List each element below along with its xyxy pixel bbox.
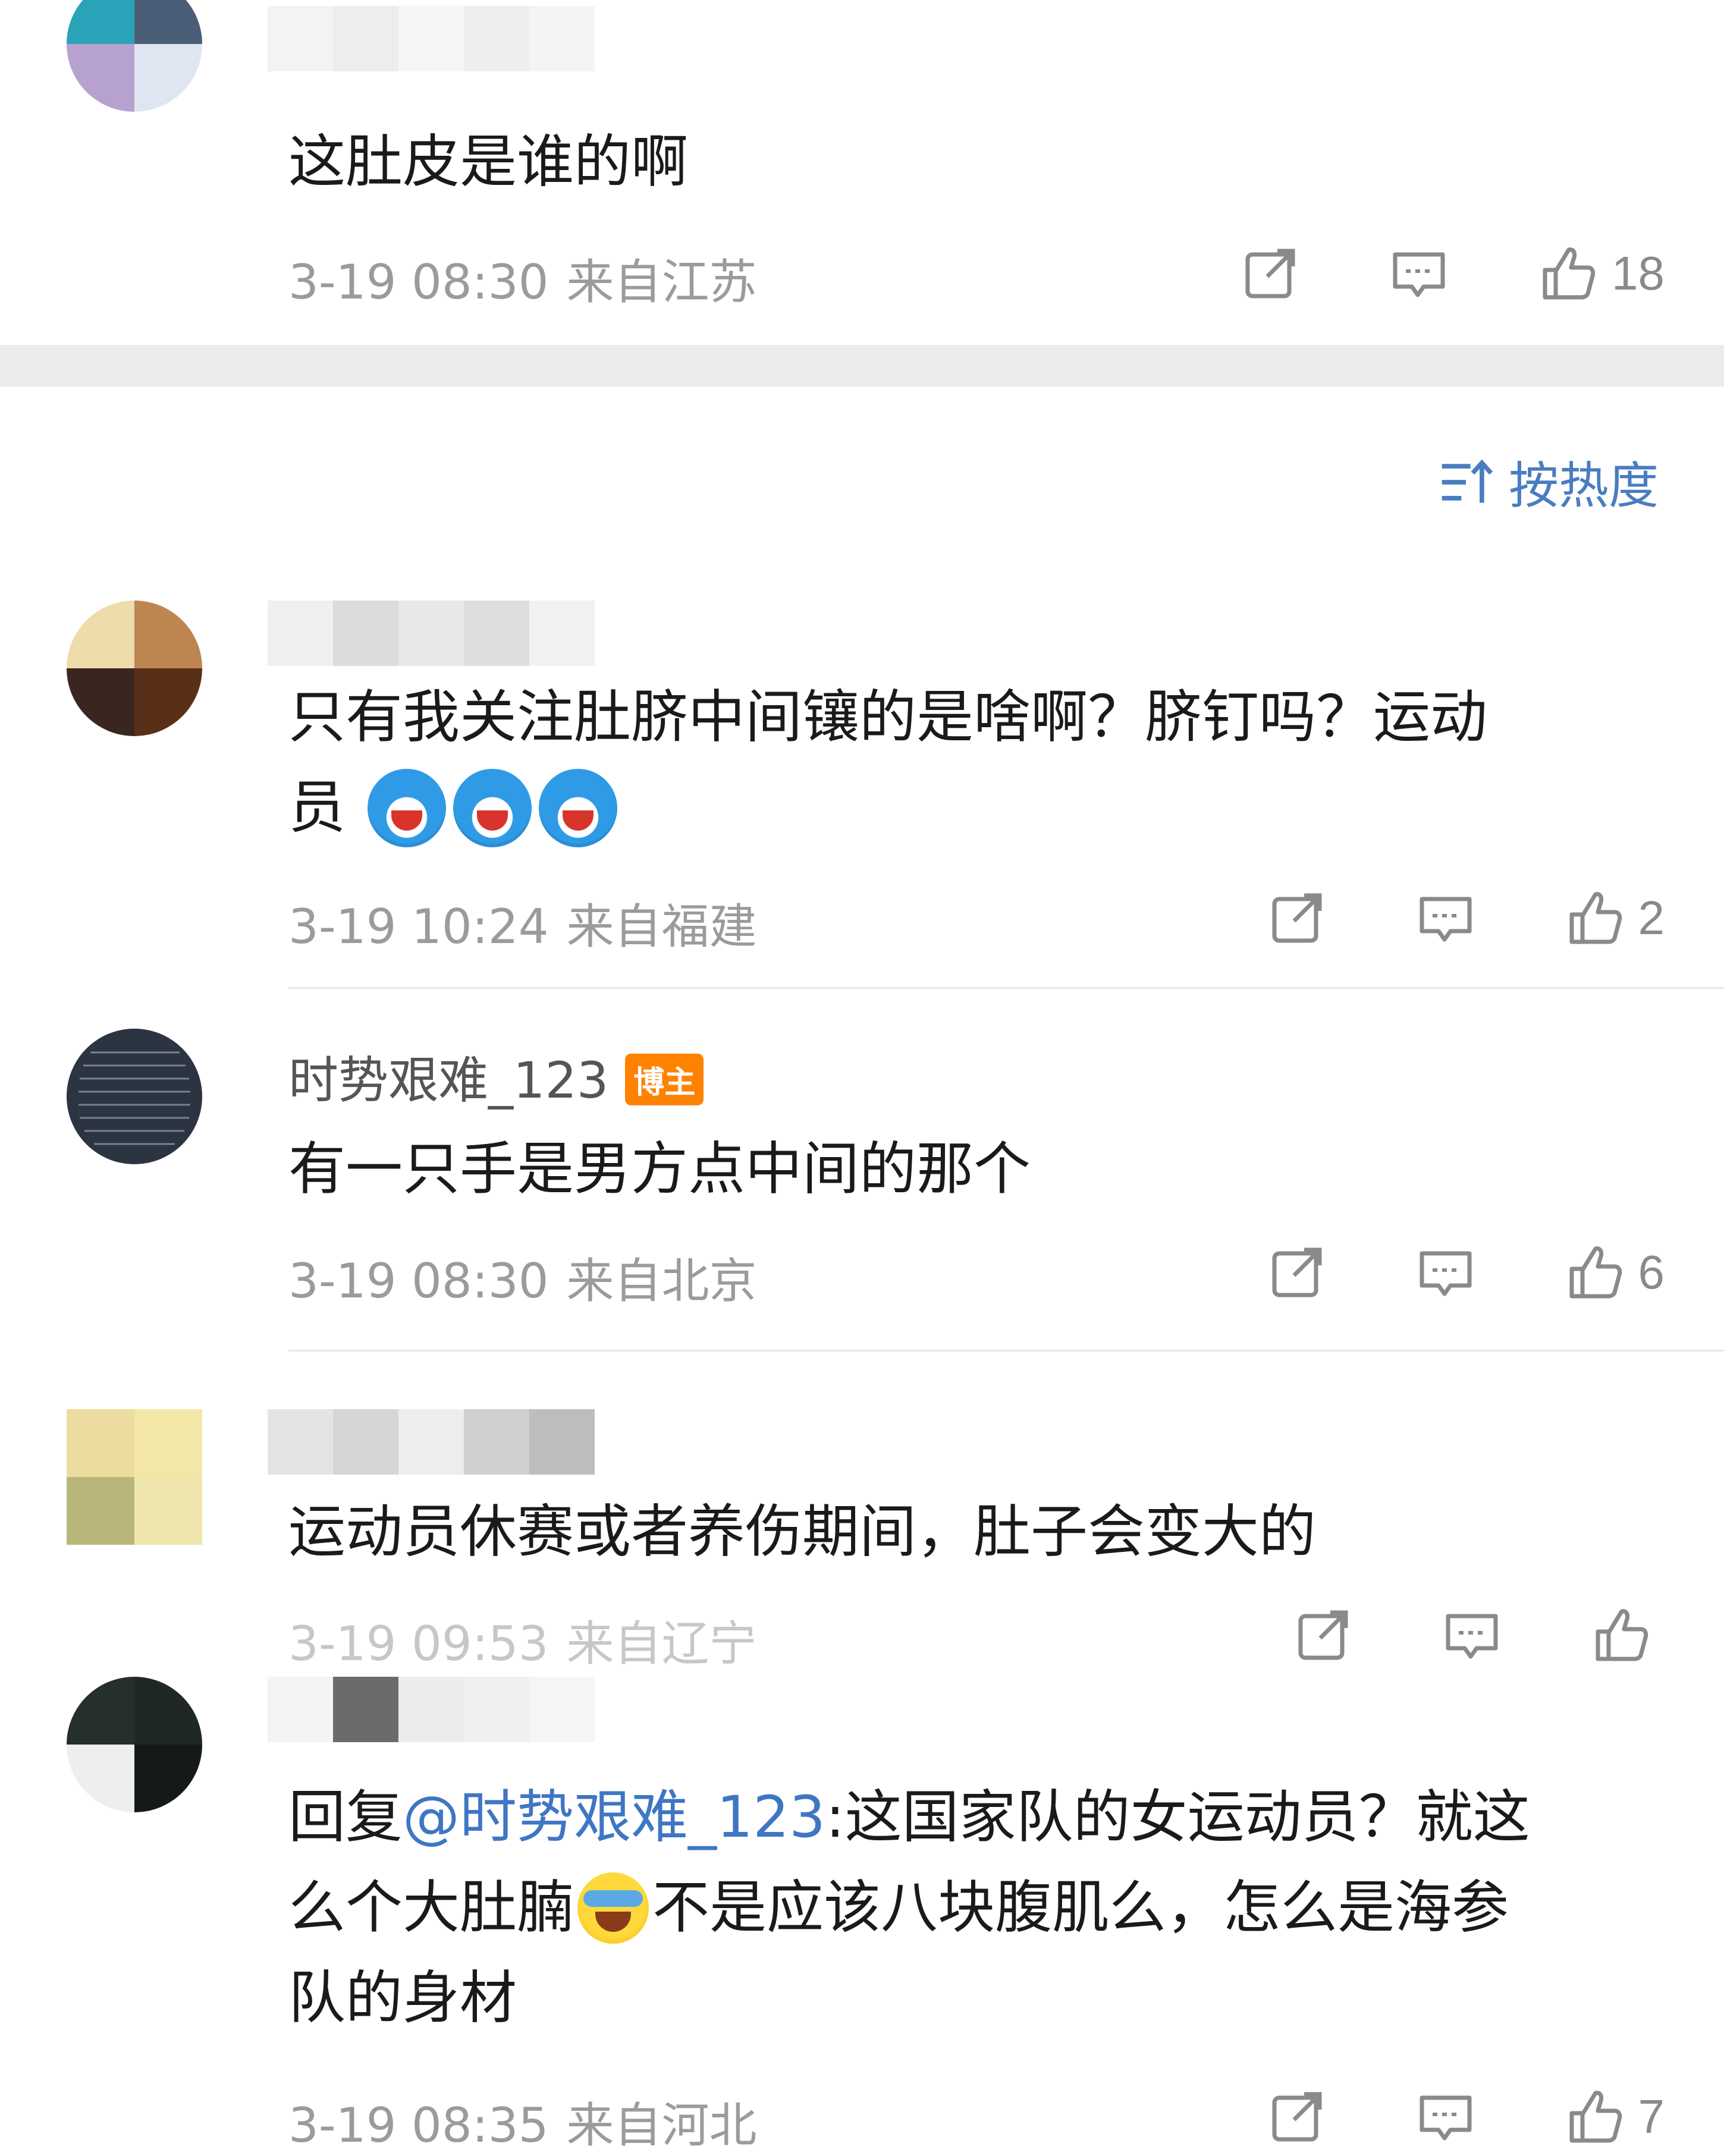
like-icon xyxy=(1569,2091,1622,2143)
section-divider xyxy=(0,345,1724,386)
comment-text-line: 员 xyxy=(288,774,346,841)
comment-button[interactable] xyxy=(1389,244,1449,303)
mention-link[interactable]: @时势艰难_123 xyxy=(403,1784,825,1850)
like-button[interactable] xyxy=(1591,1605,1665,1665)
comment-meta: 3-19 08:30 来自北京 xyxy=(288,1243,757,1312)
comment-location: 来自辽宁 xyxy=(566,1616,757,1671)
blogger-badge: 博主 xyxy=(625,1053,704,1105)
comment-meta: 3-19 10:24 来自福建 xyxy=(288,888,757,957)
share-button[interactable] xyxy=(1267,1243,1327,1302)
comment-icon xyxy=(1420,2095,1471,2141)
avatar-text-image xyxy=(78,1051,190,1145)
comment-text: 运动员休赛或者养伤期间，肚子会变大的 xyxy=(288,1498,1316,1565)
comment-meta: 3-19 08:35 来自河北 xyxy=(288,2087,757,2156)
like-count: 18 xyxy=(1612,247,1665,300)
comment-location: 来自河北 xyxy=(566,2098,757,2153)
share-button[interactable] xyxy=(1267,2087,1327,2146)
like-button[interactable]: 6 xyxy=(1565,1243,1665,1302)
doraemon-emoji-icon xyxy=(453,768,532,847)
comment-text-line: 只有我关注肚脐中间镶的是啥啊？脐钉吗？运动 xyxy=(288,684,1487,750)
comment-text: 只有我关注肚脐中间镶的是啥啊？脐钉吗？运动 员 xyxy=(288,672,1674,853)
avatar[interactable] xyxy=(67,1029,202,1164)
like-icon xyxy=(1543,247,1596,300)
username[interactable]: 时势艰难_123 博主 xyxy=(288,1041,704,1112)
share-icon xyxy=(1272,1247,1321,1297)
like-icon xyxy=(1569,892,1622,944)
username-redacted xyxy=(268,6,595,71)
like-count: 2 xyxy=(1638,891,1665,944)
doraemon-emoji-icon xyxy=(538,768,617,847)
username-redacted xyxy=(268,1677,595,1742)
comment-date: 3-19 09:53 xyxy=(288,1616,549,1671)
username-redacted xyxy=(268,1409,595,1475)
comment-actions: 6 xyxy=(1178,1243,1665,1302)
comment-button[interactable] xyxy=(1442,1605,1502,1665)
comment-meta: 3-19 08:30 来自江苏 xyxy=(288,244,757,313)
comment-text: 有一只手是男方点中间的那个 xyxy=(288,1136,1031,1202)
share-icon xyxy=(1272,893,1321,943)
comment-text: 这肚皮是谁的啊 xyxy=(288,128,688,195)
share-icon xyxy=(1245,249,1295,298)
like-count: 7 xyxy=(1638,2090,1665,2143)
avatar[interactable] xyxy=(67,1677,202,1812)
like-button[interactable]: 7 xyxy=(1565,2087,1665,2146)
username-redacted xyxy=(268,601,595,666)
comment-icon xyxy=(1420,1251,1471,1296)
like-icon xyxy=(1596,1609,1648,1661)
comment-actions: 2 xyxy=(1178,888,1665,948)
laugh-cry-emoji-icon xyxy=(577,1872,649,1944)
share-button[interactable] xyxy=(1293,1605,1353,1665)
like-icon xyxy=(1569,1246,1622,1299)
comment-actions: 7 xyxy=(1178,2087,1665,2146)
comment-icon xyxy=(1446,1614,1498,1659)
avatar[interactable] xyxy=(67,601,202,736)
avatar[interactable] xyxy=(67,0,202,112)
comment-date: 3-19 08:30 xyxy=(288,254,549,310)
comment-icon xyxy=(1393,252,1445,297)
comment-actions: 18 xyxy=(1151,244,1665,303)
comment-text-part: 不是应该八块腹肌么，怎么是海参 xyxy=(652,1874,1509,1941)
comment-date: 3-19 08:30 xyxy=(288,1253,549,1309)
comment-date: 3-19 10:24 xyxy=(288,899,549,954)
like-button[interactable]: 2 xyxy=(1565,888,1665,948)
like-count: 6 xyxy=(1638,1246,1665,1299)
comment-button[interactable] xyxy=(1416,1243,1475,1302)
username-text: 时势艰难_123 xyxy=(288,1051,609,1110)
share-icon xyxy=(1272,2092,1321,2142)
share-button[interactable] xyxy=(1241,244,1300,303)
comment-text-part: :这国家队的女运动员？就这 xyxy=(825,1784,1530,1850)
divider xyxy=(288,1350,1724,1352)
divider xyxy=(288,987,1724,989)
avatar[interactable] xyxy=(67,1409,202,1545)
like-button[interactable]: 18 xyxy=(1538,244,1665,303)
sort-by-hot-button[interactable]: 按热度 xyxy=(1437,446,1659,518)
comment-text-part: 队的身材 xyxy=(288,1965,517,2031)
comment-location: 来自福建 xyxy=(566,899,757,954)
comment-location: 来自北京 xyxy=(566,1253,757,1309)
comment-location: 来自江苏 xyxy=(566,254,757,310)
sort-label: 按热度 xyxy=(1508,457,1659,515)
comment-text: 回复@时势艰难_123:这国家队的女运动员？就这 么个大肚腩 不是应该八块腹肌么，… xyxy=(288,1772,1674,2043)
share-icon xyxy=(1298,1610,1348,1660)
comment-text-part: 么个大肚腩 xyxy=(288,1874,574,1941)
doraemon-emoji-icon xyxy=(367,768,446,847)
comment-icon xyxy=(1420,897,1471,942)
comment-button[interactable] xyxy=(1416,2087,1475,2146)
comment-actions xyxy=(1204,1605,1665,1665)
comment-meta: 3-19 09:53 来自辽宁 xyxy=(288,1605,757,1674)
share-button[interactable] xyxy=(1267,888,1327,948)
reply-prefix: 回复 xyxy=(288,1784,403,1850)
comment-date: 3-19 08:35 xyxy=(288,2098,549,2153)
sort-icon xyxy=(1442,459,1493,503)
comment-button[interactable] xyxy=(1416,888,1475,948)
